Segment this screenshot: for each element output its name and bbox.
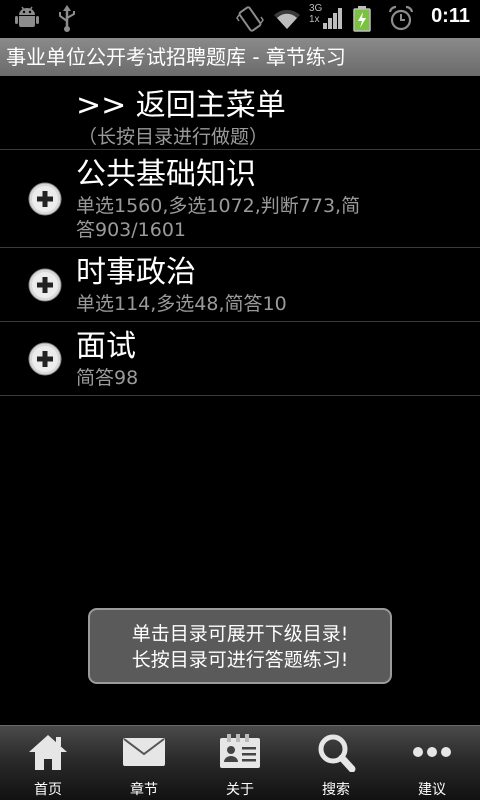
list-item-public-knowledge[interactable]: 公共基础知识 单选1560,多选1072,判断773,简答903/1601 xyxy=(0,150,480,248)
contact-card-icon xyxy=(220,734,260,768)
tab-chapter[interactable]: 章节 xyxy=(96,726,192,800)
network-type-label: 3G 1x xyxy=(309,3,322,25)
expand-plus-icon[interactable] xyxy=(28,342,62,376)
chapter-list: >> 返回主菜单 （长按目录进行做题） 公共基础知识 单选1560,多选1072… xyxy=(0,76,480,396)
network-label-top: 3G xyxy=(309,3,323,14)
category-title: 公共基础知识 xyxy=(76,157,256,192)
list-item-interview[interactable]: 面试 简答98 xyxy=(0,322,480,396)
tab-search-label: 搜索 xyxy=(322,782,350,798)
mail-icon xyxy=(123,738,165,766)
tab-about[interactable]: 关于 xyxy=(192,726,288,800)
category-detail: 单选114,多选48,简答10 xyxy=(76,293,287,315)
toast-line-1: 单击目录可展开下级目录! xyxy=(131,623,349,645)
category-title: 面试 xyxy=(76,329,136,364)
back-to-main-menu-label: >> 返回主菜单 xyxy=(76,88,286,123)
status-bar: 3G 1x 0:11 xyxy=(0,0,480,38)
tab-home[interactable]: 首页 xyxy=(0,726,96,800)
app-screen: 3G 1x 0:11 事业单位公开考试招聘题库 - 章节练习 >> 返回主菜单 … xyxy=(0,0,480,800)
home-icon xyxy=(29,735,67,770)
category-detail: 简答98 xyxy=(76,367,139,389)
tab-chapter-label: 章节 xyxy=(130,782,158,798)
vibrate-icon xyxy=(236,6,264,32)
toast-message: 单击目录可展开下级目录! 长按目录可进行答题练习! xyxy=(88,608,392,684)
signal-icon xyxy=(323,8,342,29)
alarm-icon xyxy=(388,5,414,31)
page-title: 事业单位公开考试招聘题库 - 章节练习 xyxy=(0,38,480,76)
tab-search[interactable]: 搜索 xyxy=(288,726,384,800)
bottom-tab-bar: 首页 章节 关于 搜索 建议 xyxy=(0,725,480,800)
usb-icon xyxy=(59,5,75,32)
search-icon xyxy=(318,734,356,772)
list-item-current-affairs[interactable]: 时事政治 单选114,多选48,简答10 xyxy=(0,248,480,322)
network-label-bottom: 1x xyxy=(309,14,320,25)
expand-plus-icon[interactable] xyxy=(28,268,62,302)
more-icon xyxy=(413,747,451,757)
category-title: 时事政治 xyxy=(76,255,196,290)
category-detail: 单选1560,多选1072,判断773,简答903/1601 xyxy=(76,195,361,241)
tab-suggestion[interactable]: 建议 xyxy=(384,726,480,800)
back-to-main-menu-item[interactable]: >> 返回主菜单 （长按目录进行做题） xyxy=(0,76,480,150)
tab-about-label: 关于 xyxy=(226,782,254,798)
toast-line-2: 长按目录可进行答题练习! xyxy=(131,649,349,671)
tab-home-label: 首页 xyxy=(34,782,62,798)
tab-suggestion-label: 建议 xyxy=(418,782,446,798)
clock-time: 0:11 xyxy=(431,5,470,27)
wifi-icon xyxy=(274,9,300,29)
battery-charging-icon xyxy=(353,6,371,32)
long-press-hint: （长按目录进行做题） xyxy=(78,126,269,148)
android-icon xyxy=(15,6,39,27)
expand-plus-icon[interactable] xyxy=(28,182,62,216)
